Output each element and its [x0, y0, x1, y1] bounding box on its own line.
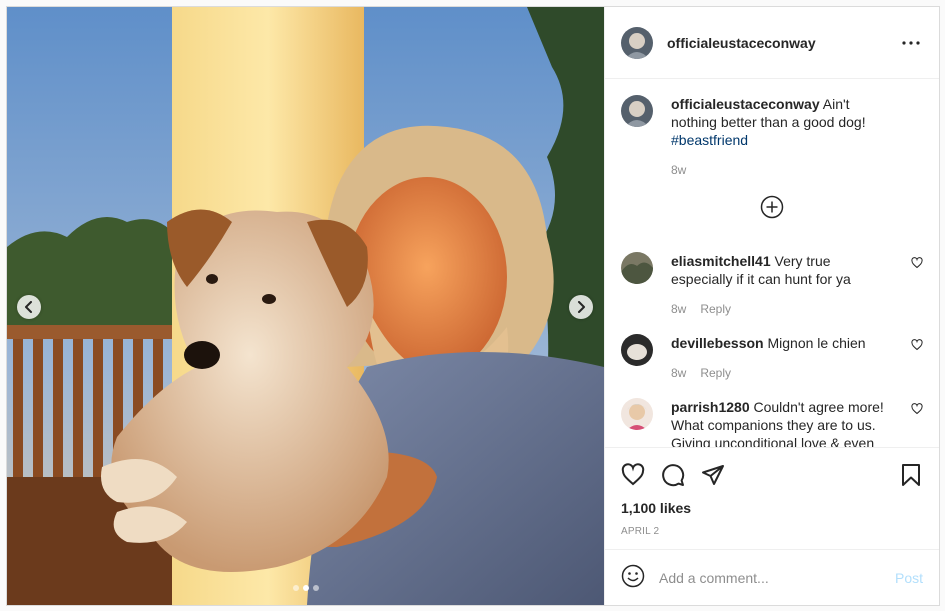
caption-meta: 8w: [671, 161, 895, 179]
avatar-image: [621, 398, 653, 430]
hashtag-link[interactable]: #beastfriend: [671, 132, 748, 148]
more-options-button[interactable]: [899, 31, 923, 55]
more-options-icon: [902, 40, 920, 45]
post-photo: [7, 7, 604, 605]
caption-username[interactable]: officialeustaceconway: [671, 96, 820, 112]
comment-username[interactable]: parrish1280: [671, 399, 750, 415]
post-media[interactable]: [7, 7, 604, 605]
comment-time[interactable]: 8w: [671, 300, 686, 318]
commenter-avatar[interactable]: [621, 252, 653, 284]
caption-text-line: officialeustaceconway Ain't nothing bett…: [671, 95, 895, 149]
share-button[interactable]: [701, 463, 725, 490]
comment-meta: 8w Reply: [671, 300, 895, 318]
like-comment-button[interactable]: [911, 402, 923, 418]
carousel-indicator: [7, 585, 604, 591]
post-comment-button[interactable]: Post: [895, 570, 923, 586]
carousel-dot-active: [302, 585, 309, 591]
carousel-dot: [292, 585, 299, 591]
heart-icon: [911, 403, 923, 415]
carousel-next-button[interactable]: [569, 295, 593, 319]
avatar-image: [621, 334, 653, 366]
commenter-avatar[interactable]: [621, 398, 653, 430]
save-button[interactable]: [899, 463, 923, 490]
post-actions: 1,100 likes APRIL 2: [605, 447, 939, 549]
comment-time[interactable]: 8w: [671, 364, 686, 382]
avatar-image: [621, 252, 653, 284]
post-side-panel: officialeustaceconway officialeustacecon…: [604, 7, 939, 605]
like-button[interactable]: [621, 462, 645, 490]
heart-icon: [621, 462, 645, 485]
author-username[interactable]: officialeustaceconway: [667, 35, 899, 51]
comment-text-line: eliasmitchell41 Very true especially if …: [671, 252, 895, 288]
author-avatar[interactable]: [621, 26, 653, 59]
post-date[interactable]: APRIL 2: [621, 526, 923, 537]
avatar-image: [621, 95, 653, 127]
comments-section: officialeustaceconway Ain't nothing bett…: [605, 79, 939, 447]
comment-icon: [662, 463, 685, 486]
comment-item: devillebesson Mignon le chien 8w Reply: [621, 334, 923, 382]
comment-username[interactable]: eliasmitchell41: [671, 253, 771, 269]
heart-icon: [911, 257, 923, 269]
reply-button[interactable]: Reply: [700, 300, 731, 318]
commenter-avatar[interactable]: [621, 334, 653, 366]
caption-body: officialeustaceconway Ain't nothing bett…: [671, 95, 923, 179]
post-header: officialeustaceconway: [605, 7, 939, 79]
chevron-left-icon: [25, 301, 32, 313]
comment-item: parrish1280 Couldn't agree more! What co…: [621, 398, 923, 447]
like-comment-button[interactable]: [911, 256, 923, 272]
caption-avatar[interactable]: [621, 95, 653, 127]
likes-count[interactable]: 1,100 likes: [621, 500, 923, 516]
paper-plane-icon: [702, 464, 724, 485]
load-more-comments: [621, 195, 923, 222]
comment-item: eliasmitchell41 Very true especially if …: [621, 252, 923, 318]
emoji-button[interactable]: [621, 564, 645, 591]
comment-body: parrish1280 Couldn't agree more! What co…: [671, 398, 923, 447]
caption-time[interactable]: 8w: [671, 161, 686, 179]
action-buttons: [621, 456, 923, 496]
emoji-icon: [621, 564, 645, 588]
like-comment-button[interactable]: [911, 338, 923, 354]
comment-text-line: devillebesson Mignon le chien: [671, 334, 895, 352]
chevron-right-icon: [578, 301, 585, 313]
instagram-post: officialeustaceconway officialeustacecon…: [6, 6, 940, 606]
comment-body: devillebesson Mignon le chien 8w Reply: [671, 334, 923, 382]
comment-meta: 8w Reply: [671, 364, 895, 382]
avatar-image: [621, 26, 653, 59]
heart-icon: [911, 339, 923, 351]
load-more-comments-button[interactable]: [760, 195, 784, 222]
plus-circle-icon: [760, 195, 784, 219]
reply-button[interactable]: Reply: [700, 364, 731, 382]
carousel-dot: [312, 585, 319, 591]
caption: officialeustaceconway Ain't nothing bett…: [621, 95, 923, 179]
comment-text-line: parrish1280 Couldn't agree more! What co…: [671, 398, 895, 447]
comment-text: Mignon le chien: [767, 335, 866, 351]
carousel-prev-button[interactable]: [17, 295, 41, 319]
comment-username[interactable]: devillebesson: [671, 335, 764, 351]
comment-body: eliasmitchell41 Very true especially if …: [671, 252, 923, 318]
add-comment-bar: Post: [605, 549, 939, 605]
bookmark-icon: [902, 463, 920, 486]
comment-button[interactable]: [661, 463, 685, 490]
comment-input[interactable]: [659, 569, 895, 586]
